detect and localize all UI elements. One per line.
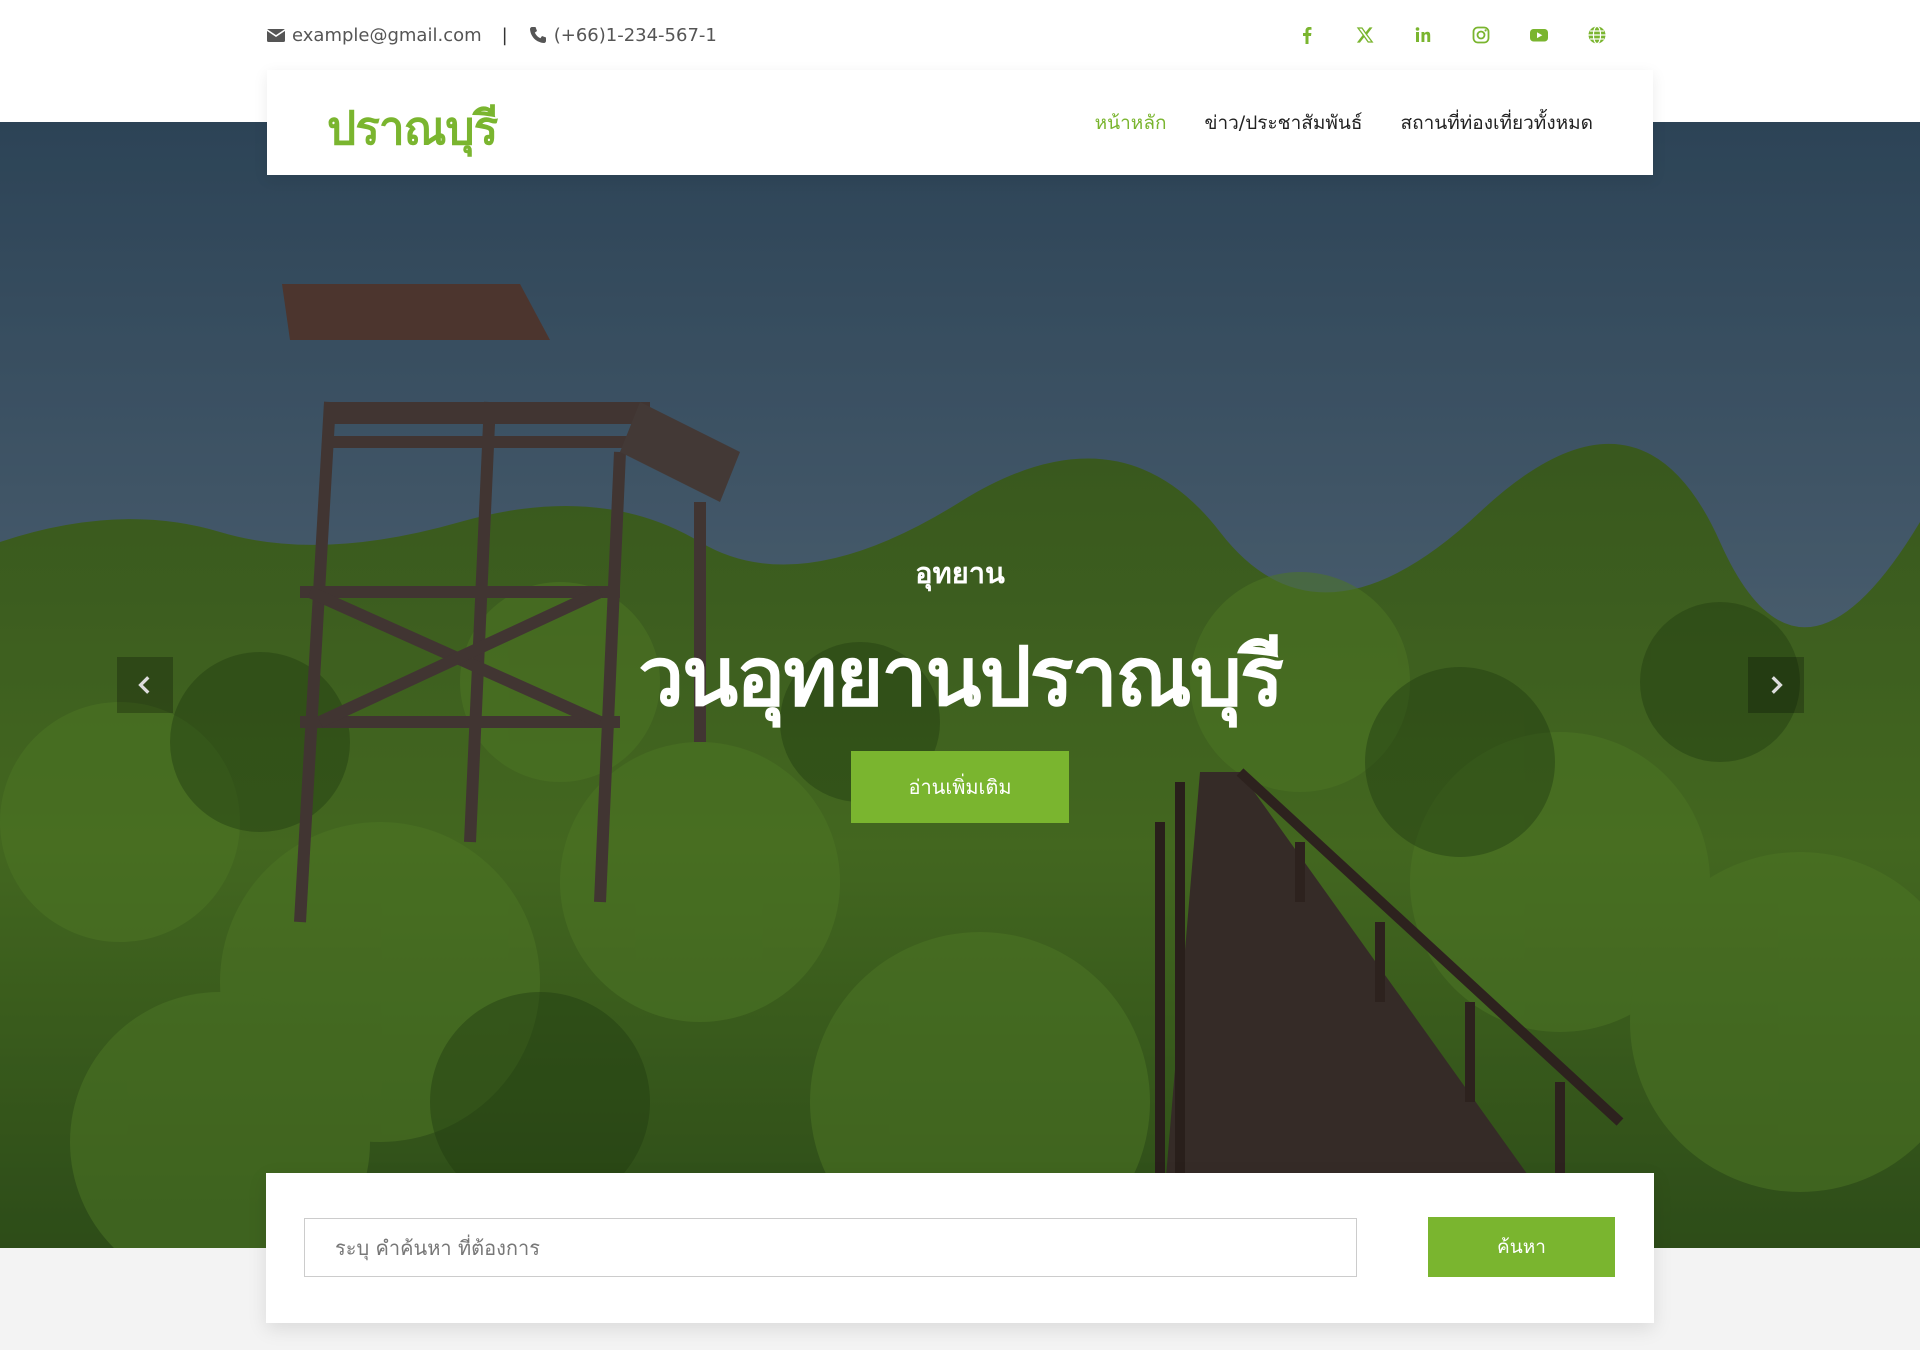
search-input[interactable]: [304, 1218, 1357, 1277]
facebook-icon[interactable]: [1278, 20, 1336, 50]
contact-separator: |: [501, 24, 508, 46]
x-twitter-icon[interactable]: [1336, 20, 1394, 50]
nav-item-home[interactable]: หน้าหลัก: [1095, 108, 1167, 138]
hero-banner: อุทยาน วนอุทยานปราณบุรี อ่านเพิ่มเติม: [0, 122, 1920, 1248]
chevron-right-icon: [1771, 676, 1783, 694]
chevron-left-icon: [138, 676, 150, 694]
nav-item-attractions[interactable]: สถานที่ท่องเที่ยวทั้งหมด: [1400, 108, 1593, 138]
main-menu: หน้าหลัก ข่าว/ประชาสัมพันธ์ สถานที่ท่องเ…: [1095, 108, 1593, 138]
search-panel: ค้นหา: [266, 1173, 1654, 1323]
globe-icon[interactable]: [1568, 20, 1626, 50]
main-navbar: ปราณบุรี หน้าหลัก ข่าว/ประชาสัมพันธ์ สถา…: [267, 70, 1653, 175]
social-links: [1278, 20, 1626, 50]
contact-phone[interactable]: (+66)1-234-567-1: [554, 25, 717, 46]
carousel-prev-button[interactable]: [117, 657, 173, 713]
nav-item-news[interactable]: ข่าว/ประชาสัมพันธ์: [1204, 108, 1362, 138]
hero-title: วนอุทยานปราณบุรี: [638, 630, 1284, 725]
phone-icon: [528, 25, 548, 45]
carousel-next-button[interactable]: [1748, 657, 1804, 713]
search-button[interactable]: ค้นหา: [1428, 1217, 1615, 1277]
read-more-button[interactable]: อ่านเพิ่มเติม: [851, 751, 1069, 823]
envelope-icon: [266, 25, 286, 45]
contact-info: example@gmail.com | (+66)1-234-567-1: [266, 22, 717, 48]
site-logo[interactable]: ปราณบุรี: [327, 92, 498, 165]
hero-subtitle: อุทยาน: [915, 556, 1005, 590]
instagram-icon[interactable]: [1452, 20, 1510, 50]
youtube-icon[interactable]: [1510, 20, 1568, 50]
contact-email[interactable]: example@gmail.com: [292, 25, 482, 46]
linkedin-icon[interactable]: [1394, 20, 1452, 50]
